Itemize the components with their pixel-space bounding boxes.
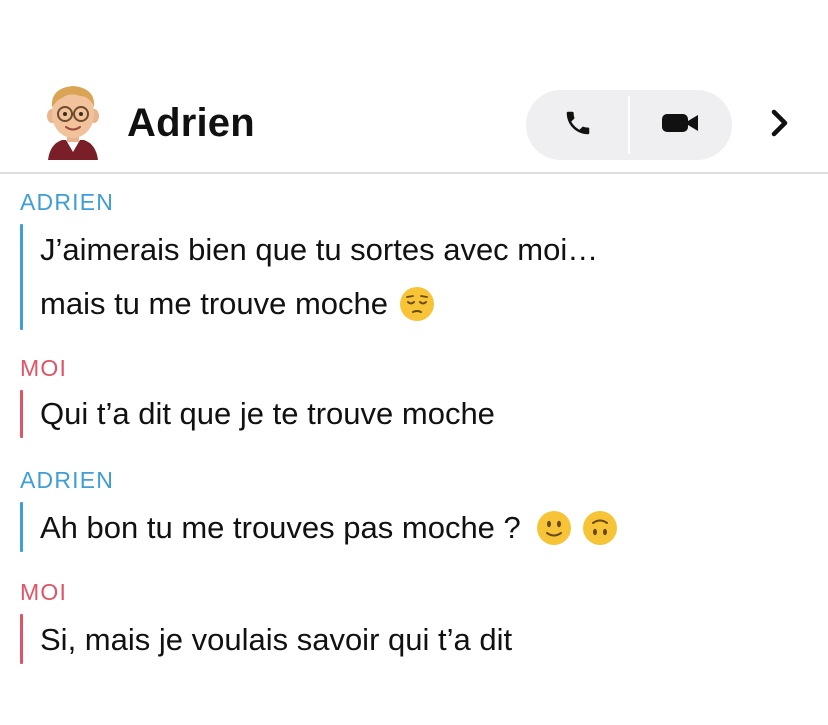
- message-text-line[interactable]: Ah bon tu me trouves pas moche ?: [40, 508, 619, 548]
- slightly-smiling-face-emoji-icon: [535, 509, 573, 547]
- sender-label: MOI: [20, 355, 68, 381]
- message-text: mais tu me trouve moche: [40, 286, 389, 321]
- header-divider: [0, 172, 828, 174]
- message-text: Ah bon tu me trouves pas moche ?: [40, 510, 521, 545]
- sender-label: ADRIEN: [20, 189, 115, 215]
- video-camera-icon: [661, 110, 699, 141]
- message-text-line[interactable]: mais tu me trouve moche: [40, 284, 436, 324]
- chat-header: Adrien: [0, 80, 828, 172]
- sender-label: MOI: [20, 579, 68, 605]
- bitmoji-avatar-icon[interactable]: [40, 80, 106, 160]
- video-call-button[interactable]: [630, 90, 730, 160]
- message-text[interactable]: J’aimerais bien que tu sortes avec moi…: [40, 230, 598, 270]
- message-bar: [20, 614, 23, 664]
- message-bar: [20, 502, 23, 552]
- sender-label: ADRIEN: [20, 467, 115, 493]
- message-bar: [20, 390, 23, 438]
- call-actions: [526, 90, 732, 160]
- contact-name[interactable]: Adrien: [127, 100, 255, 146]
- message-bar: [20, 224, 23, 330]
- message-text[interactable]: Qui t’a dit que je te trouve moche: [40, 394, 495, 434]
- chat-screen: Adrien ADRIEN J’aimerais bien que tu sor…: [0, 0, 828, 725]
- upside-down-face-emoji-icon: [581, 509, 619, 547]
- pensive-face-emoji-icon: [398, 285, 436, 323]
- more-button[interactable]: [760, 104, 800, 146]
- chevron-right-icon: [769, 108, 791, 143]
- message-text[interactable]: Si, mais je voulais savoir qui t’a dit: [40, 620, 512, 660]
- phone-icon: [563, 108, 593, 143]
- voice-call-button[interactable]: [528, 90, 628, 160]
